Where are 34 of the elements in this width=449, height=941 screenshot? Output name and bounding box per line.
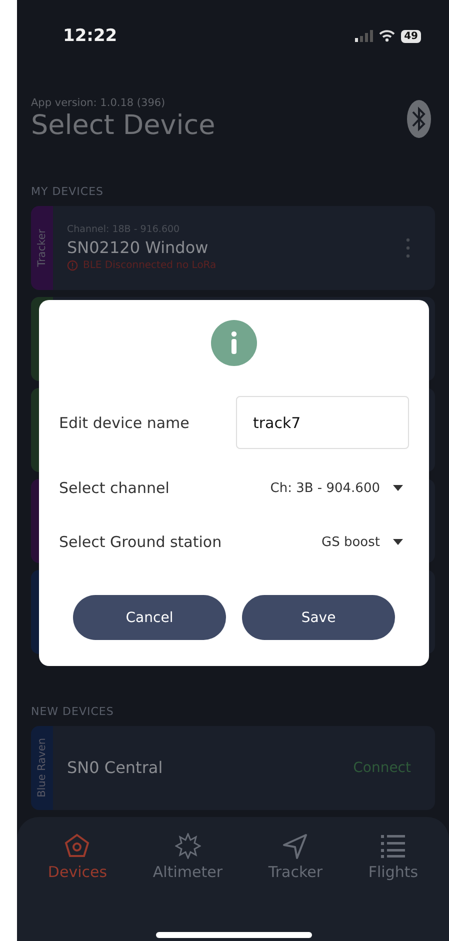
field-label: Edit device name (59, 414, 190, 432)
device-card[interactable]: Blue Raven SN0 Central Connect (31, 726, 435, 810)
starburst-icon (174, 832, 201, 859)
caret-icon (393, 485, 403, 491)
signal-icon (355, 30, 374, 42)
wifi-icon (379, 30, 396, 42)
pentagon-icon (64, 832, 90, 859)
field-label: Select Ground station (59, 533, 222, 551)
battery-indicator: 49 (401, 30, 421, 43)
cancel-button[interactable]: Cancel (73, 595, 226, 640)
caret-icon (393, 539, 403, 545)
warning-icon (67, 260, 78, 272)
app-version: App version: 1.0.18 (396) (31, 96, 166, 109)
device-type-tag: Tracker (31, 206, 53, 290)
navigation-arrow-icon (282, 832, 308, 859)
device-name: SN0 Central (67, 758, 164, 778)
section-heading: NEW DEVICES (30, 704, 115, 718)
save-button[interactable]: Save (242, 595, 395, 640)
page-title: Select Device (31, 110, 216, 141)
tab[interactable]: Tracker (268, 832, 322, 881)
info-icon (211, 320, 257, 366)
device-status: BLE Disconnected no LoRa (83, 260, 216, 272)
ground-station-dropdown[interactable]: GS boost (322, 534, 409, 550)
device-name: SN02120 Window (67, 238, 210, 258)
status-time: 12:22 (63, 26, 118, 46)
field-label: Select channel (59, 479, 170, 497)
list-icon (380, 832, 406, 859)
device-type-tag: Blue Raven (31, 726, 53, 810)
tab[interactable]: Altimeter (152, 832, 223, 881)
section-heading: MY DEVICES (30, 184, 105, 198)
tab[interactable]: Flights (368, 832, 418, 881)
device-name-field[interactable]: track7 (236, 396, 409, 449)
channel-dropdown[interactable]: Ch: 3B - 904.600 (270, 480, 409, 496)
bluetooth-icon[interactable] (407, 100, 431, 138)
